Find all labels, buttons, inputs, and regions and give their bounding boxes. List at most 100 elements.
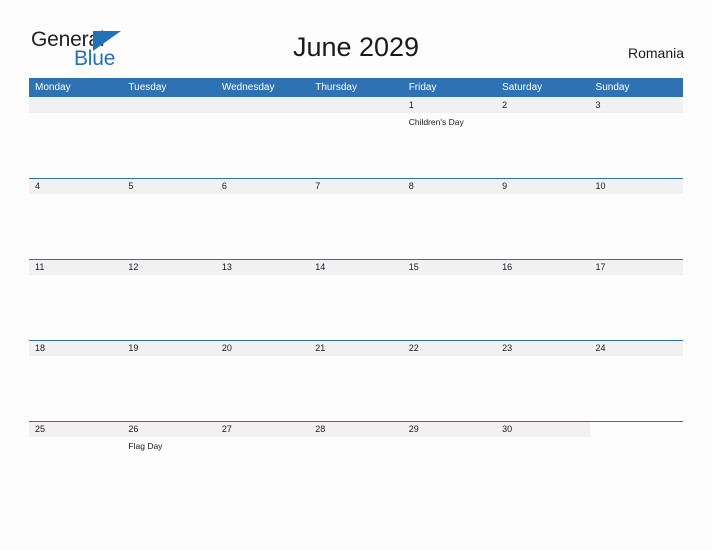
- day-event: [403, 356, 496, 421]
- day-event: [496, 113, 589, 178]
- day-event: [496, 356, 589, 421]
- day-event: Children's Day: [408, 117, 464, 127]
- day-event: [216, 275, 309, 340]
- day-event: [122, 113, 215, 178]
- day-number[interactable]: 19: [122, 340, 216, 356]
- day-number[interactable]: 2: [496, 97, 590, 113]
- day-number[interactable]: 24: [589, 340, 683, 356]
- day-number[interactable]: 17: [589, 259, 683, 275]
- day-event: [590, 356, 683, 421]
- page-header: General Blue June 2029 Romania: [0, 0, 712, 76]
- day-number[interactable]: [215, 97, 310, 113]
- day-event: [29, 113, 122, 178]
- weekday-header-wednesday: Wednesday: [221, 82, 275, 93]
- day-number[interactable]: 23: [496, 340, 590, 356]
- day-number[interactable]: 4: [29, 178, 123, 194]
- week-date-band: 1 2 3: [29, 97, 683, 113]
- week-event-row: [29, 356, 683, 421]
- country-label: Romania: [627, 45, 684, 61]
- day-event: [29, 437, 122, 502]
- week-row: 18 19 20 21 22 23 24: [29, 340, 683, 421]
- day-event: [403, 194, 496, 259]
- day-event: Flag Day: [128, 441, 163, 451]
- week-separator: [29, 340, 683, 341]
- day-number[interactable]: 30: [496, 421, 590, 437]
- day-event: [590, 113, 683, 178]
- day-number[interactable]: 21: [309, 340, 403, 356]
- day-event: [309, 194, 402, 259]
- week-row: 25 26 27 28 29 30 Flag Day: [29, 421, 683, 502]
- day-number[interactable]: 25: [29, 421, 123, 437]
- day-number[interactable]: [590, 421, 683, 437]
- day-event: [122, 194, 215, 259]
- day-event: [29, 356, 122, 421]
- day-number[interactable]: 28: [309, 421, 403, 437]
- day-number[interactable]: 8: [402, 178, 497, 194]
- week-date-band: 25 26 27 28 29 30: [29, 421, 683, 437]
- day-number[interactable]: 29: [402, 421, 497, 437]
- week-row: 4 5 6 7 8 9 10: [29, 178, 683, 259]
- day-number[interactable]: 16: [496, 259, 590, 275]
- week-separator: [29, 421, 683, 422]
- day-event: [590, 437, 683, 502]
- day-number[interactable]: 18: [29, 340, 123, 356]
- week-date-band: 11 12 13 14 15 16 17: [29, 259, 683, 275]
- week-date-band: 4 5 6 7 8 9 10: [29, 178, 683, 194]
- day-number[interactable]: 7: [309, 178, 403, 194]
- day-number[interactable]: 10: [589, 178, 683, 194]
- day-number[interactable]: 1: [402, 97, 497, 113]
- weekday-header-sunday: Sunday: [595, 82, 630, 93]
- day-event: [29, 275, 122, 340]
- day-number[interactable]: 9: [496, 178, 590, 194]
- day-event: [309, 113, 402, 178]
- weekday-header-thursday: Thursday: [315, 82, 357, 93]
- day-number[interactable]: 14: [309, 259, 403, 275]
- day-number[interactable]: [309, 97, 403, 113]
- day-number[interactable]: 13: [215, 259, 310, 275]
- day-event: [29, 194, 122, 259]
- day-number[interactable]: 15: [402, 259, 497, 275]
- day-event: [590, 194, 683, 259]
- week-event-row: Flag Day: [29, 437, 683, 502]
- week-date-band: 18 19 20 21 22 23 24: [29, 340, 683, 356]
- week-separator: [29, 259, 683, 260]
- week-separator: [29, 178, 683, 179]
- week-row: 1 2 3 Children's Day: [29, 97, 683, 178]
- day-number[interactable]: 22: [402, 340, 497, 356]
- day-event: [122, 275, 215, 340]
- day-event: [590, 275, 683, 340]
- day-number[interactable]: 3: [589, 97, 683, 113]
- weekday-header-friday: Friday: [408, 82, 437, 93]
- day-number[interactable]: 12: [122, 259, 216, 275]
- day-event: [403, 275, 496, 340]
- day-event: [216, 437, 309, 502]
- day-event: [496, 437, 589, 502]
- day-event: [216, 113, 309, 178]
- day-event: [216, 356, 309, 421]
- day-event: [496, 194, 589, 259]
- page-title: June 2029: [292, 32, 420, 62]
- weekday-header-saturday: Saturday: [502, 82, 543, 93]
- week-event-row: [29, 275, 683, 340]
- day-event: [496, 275, 589, 340]
- day-number[interactable]: [122, 97, 216, 113]
- day-number[interactable]: 20: [215, 340, 310, 356]
- week-event-row: Children's Day: [29, 113, 683, 178]
- weekday-header-row: Monday Tuesday Wednesday Thursday Friday…: [29, 78, 683, 97]
- week-event-row: [29, 194, 683, 259]
- weekday-header-monday: Monday: [35, 82, 71, 93]
- day-number[interactable]: 5: [122, 178, 216, 194]
- day-event: [216, 194, 309, 259]
- day-event: [122, 356, 215, 421]
- day-number[interactable]: 27: [215, 421, 310, 437]
- day-number[interactable]: [29, 97, 123, 113]
- day-event: [309, 356, 402, 421]
- day-event: [403, 437, 496, 502]
- day-event: [309, 437, 402, 502]
- calendar-grid: Monday Tuesday Wednesday Thursday Friday…: [29, 78, 683, 502]
- day-number[interactable]: 26: [122, 421, 216, 437]
- day-number[interactable]: 6: [215, 178, 310, 194]
- day-event: [309, 275, 402, 340]
- day-number[interactable]: 11: [29, 259, 123, 275]
- calendar-page: General Blue June 2029 Romania Monday Tu…: [0, 0, 712, 550]
